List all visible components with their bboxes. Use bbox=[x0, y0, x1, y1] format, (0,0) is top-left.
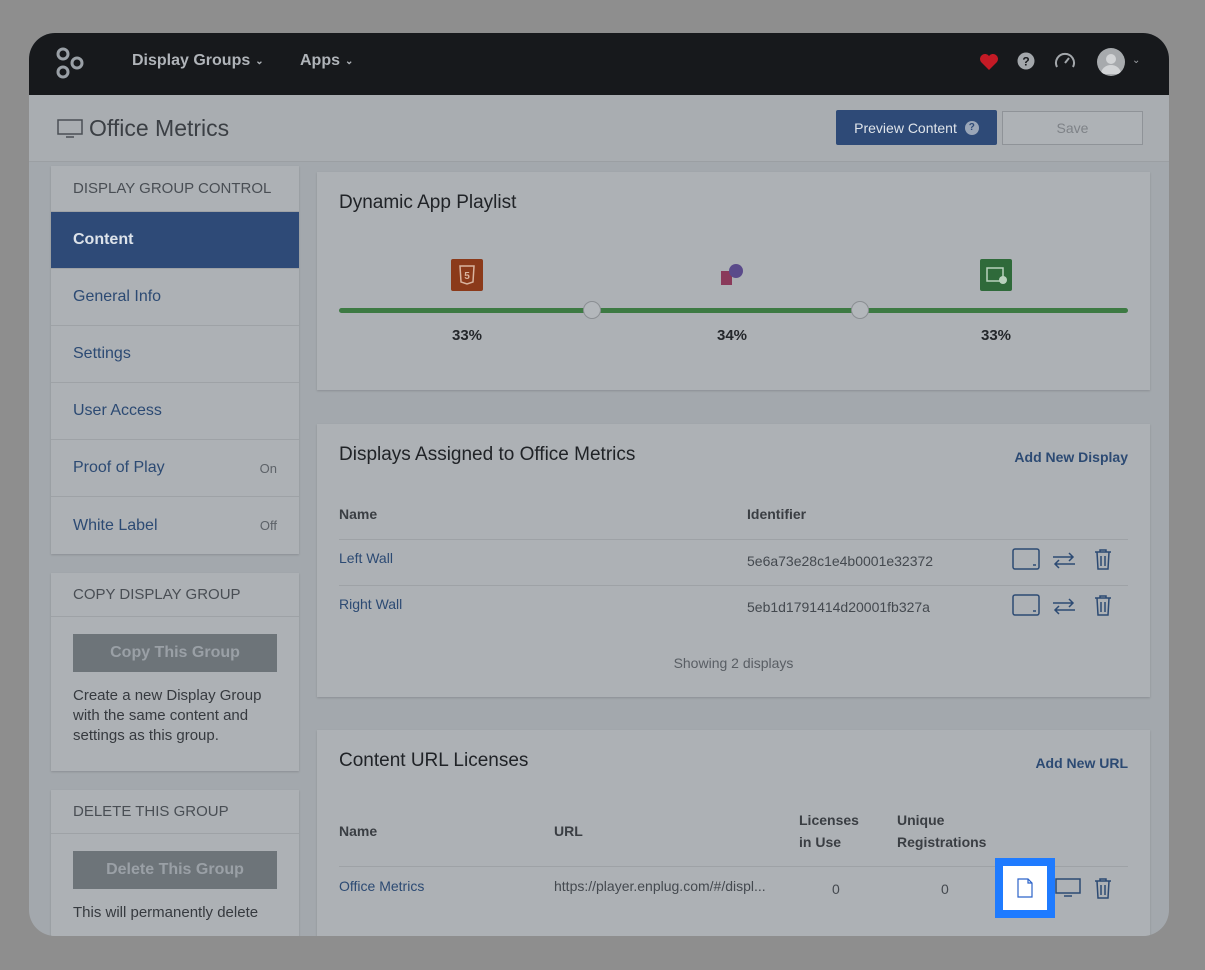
speedometer-icon[interactable] bbox=[1054, 51, 1076, 71]
column-header-identifier: Identifier bbox=[747, 506, 807, 522]
help-icon[interactable]: ? bbox=[1017, 52, 1035, 70]
user-icon bbox=[1101, 54, 1121, 74]
delete-group-button[interactable]: Delete This Group bbox=[73, 851, 277, 889]
sidebar-item-proof-of-play[interactable]: Proof of Play On bbox=[51, 440, 299, 497]
social-app-icon[interactable] bbox=[717, 259, 749, 291]
sidebar-item-content[interactable]: Content bbox=[51, 212, 299, 269]
display-name-link[interactable]: Left Wall bbox=[339, 550, 393, 566]
chevron-down-icon: ⌄ bbox=[345, 55, 354, 67]
svg-text:5: 5 bbox=[464, 271, 470, 282]
display-identifier: 5e6a73e28c1e4b0001e32372 bbox=[747, 553, 934, 569]
column-header-unique-registrations: Unique Registrations bbox=[897, 809, 986, 853]
sidebar-item-white-label[interactable]: White Label Off bbox=[51, 497, 299, 554]
add-new-url-link[interactable]: Add New URL bbox=[1035, 755, 1128, 771]
preview-content-label: Preview Content bbox=[854, 119, 957, 136]
status-badge: On bbox=[259, 460, 277, 476]
copy-group-button[interactable]: Copy This Group bbox=[73, 634, 277, 672]
trash-icon[interactable] bbox=[1094, 548, 1112, 570]
transfer-icon[interactable] bbox=[1051, 550, 1077, 570]
enplug-logo-icon[interactable] bbox=[55, 47, 85, 79]
trash-icon[interactable] bbox=[1094, 594, 1112, 616]
slider-handle[interactable] bbox=[583, 301, 601, 319]
chevron-down-icon[interactable]: ⌄ bbox=[1132, 55, 1140, 66]
app-percentage: 34% bbox=[717, 327, 748, 344]
playlist-slider-track bbox=[339, 308, 1128, 313]
panel-title: Content URL Licenses bbox=[339, 750, 529, 771]
license-name-link[interactable]: Office Metrics bbox=[339, 878, 424, 894]
card-title: DISPLAY GROUP CONTROL bbox=[51, 166, 299, 212]
sidebar-item-label: Settings bbox=[73, 345, 131, 362]
status-badge: Off bbox=[259, 518, 277, 533]
display-identifier: 5eb1d1791414d20001fb327a bbox=[747, 599, 930, 615]
card-title: COPY DISPLAY GROUP bbox=[51, 573, 299, 617]
column-header-line: Licenses bbox=[799, 812, 859, 828]
column-header-line: Registrations bbox=[897, 834, 987, 850]
sidebar-item-label: General Info bbox=[73, 288, 162, 305]
copy-document-icon bbox=[1017, 878, 1033, 898]
nav-display-groups-label: Display Groups bbox=[132, 52, 251, 69]
copy-url-highlight bbox=[995, 858, 1055, 918]
divider bbox=[339, 585, 1128, 586]
sidebar-item-settings[interactable]: Settings bbox=[51, 326, 299, 383]
image-gallery-app-icon[interactable] bbox=[980, 259, 1012, 291]
copy-url-button[interactable] bbox=[1003, 866, 1047, 910]
column-header-name: Name bbox=[339, 823, 378, 839]
trash-icon[interactable] bbox=[1094, 877, 1112, 899]
sidebar-item-general-info[interactable]: General Info bbox=[51, 269, 299, 326]
sidebar-item-label: User Access bbox=[73, 402, 162, 419]
licenses-in-use-value: 0 bbox=[832, 881, 840, 897]
user-avatar[interactable] bbox=[1097, 48, 1125, 76]
nav-apps-label: Apps bbox=[300, 52, 340, 69]
column-header-line: in Use bbox=[799, 834, 842, 850]
screenshot-icon[interactable] bbox=[1012, 548, 1040, 570]
delete-group-card: DELETE THIS GROUP Delete This Group This… bbox=[51, 790, 299, 936]
display-icon[interactable] bbox=[1055, 878, 1081, 898]
license-url: https://player.enplug.com/#/displ... bbox=[554, 878, 766, 894]
app-percentage: 33% bbox=[452, 327, 483, 344]
card-title: DELETE THIS GROUP bbox=[51, 790, 299, 834]
display-group-control-card: DISPLAY GROUP CONTROL Content General In… bbox=[51, 166, 299, 554]
column-header-licenses-in-use: Licenses in Use bbox=[799, 809, 859, 853]
heart-icon[interactable] bbox=[979, 53, 999, 71]
html5-app-icon[interactable]: 5 bbox=[451, 259, 483, 291]
top-navbar: Display Groups ⌄ Apps ⌄ ? ⌄ bbox=[29, 33, 1169, 95]
nav-apps[interactable]: Apps ⌄ bbox=[300, 52, 353, 70]
chevron-down-icon: ⌄ bbox=[255, 55, 264, 67]
panel-title: Dynamic App Playlist bbox=[339, 192, 517, 213]
transfer-icon[interactable] bbox=[1051, 596, 1077, 616]
panel-title: Displays Assigned to Office Metrics bbox=[339, 444, 636, 465]
column-header-url: URL bbox=[554, 823, 583, 839]
monitor-icon bbox=[57, 119, 83, 138]
add-new-display-link[interactable]: Add New Display bbox=[1014, 449, 1128, 465]
slider-handle[interactable] bbox=[851, 301, 869, 319]
page-header: Office Metrics Preview Content ? Save bbox=[29, 95, 1169, 162]
delete-group-description: This will permanently delete bbox=[73, 904, 259, 921]
divider bbox=[339, 539, 1128, 540]
app-percentage: 33% bbox=[981, 327, 1012, 344]
column-header-name: Name bbox=[339, 506, 378, 522]
nav-display-groups[interactable]: Display Groups ⌄ bbox=[132, 52, 264, 70]
column-header-line: Unique bbox=[897, 812, 945, 828]
screenshot-icon[interactable] bbox=[1012, 594, 1040, 616]
display-name-link[interactable]: Right Wall bbox=[339, 596, 402, 612]
sidebar-item-user-access[interactable]: User Access bbox=[51, 383, 299, 440]
displays-assigned-panel: Displays Assigned to Office Metrics Add … bbox=[317, 424, 1150, 697]
displays-count: Showing 2 displays bbox=[673, 655, 794, 671]
app-window: Display Groups ⌄ Apps ⌄ ? ⌄ Office Metri… bbox=[29, 33, 1169, 936]
sidebar-item-label: White Label bbox=[73, 516, 158, 534]
copy-group-description: Create a new Display Group with the same… bbox=[73, 687, 262, 744]
svg-text:?: ? bbox=[1022, 55, 1029, 69]
preview-content-button[interactable]: Preview Content ? bbox=[836, 110, 997, 145]
help-icon: ? bbox=[964, 120, 979, 135]
sidebar-item-label: Proof of Play bbox=[73, 459, 165, 476]
page-title: Office Metrics bbox=[89, 115, 230, 141]
copy-display-group-card: COPY DISPLAY GROUP Copy This Group Creat… bbox=[51, 573, 299, 771]
save-button[interactable]: Save bbox=[1002, 111, 1143, 145]
unique-registrations-value: 0 bbox=[941, 881, 949, 897]
sidebar-item-label: Content bbox=[73, 231, 134, 248]
dynamic-app-playlist-panel: Dynamic App Playlist 5 33% 34% 33% bbox=[317, 172, 1150, 390]
